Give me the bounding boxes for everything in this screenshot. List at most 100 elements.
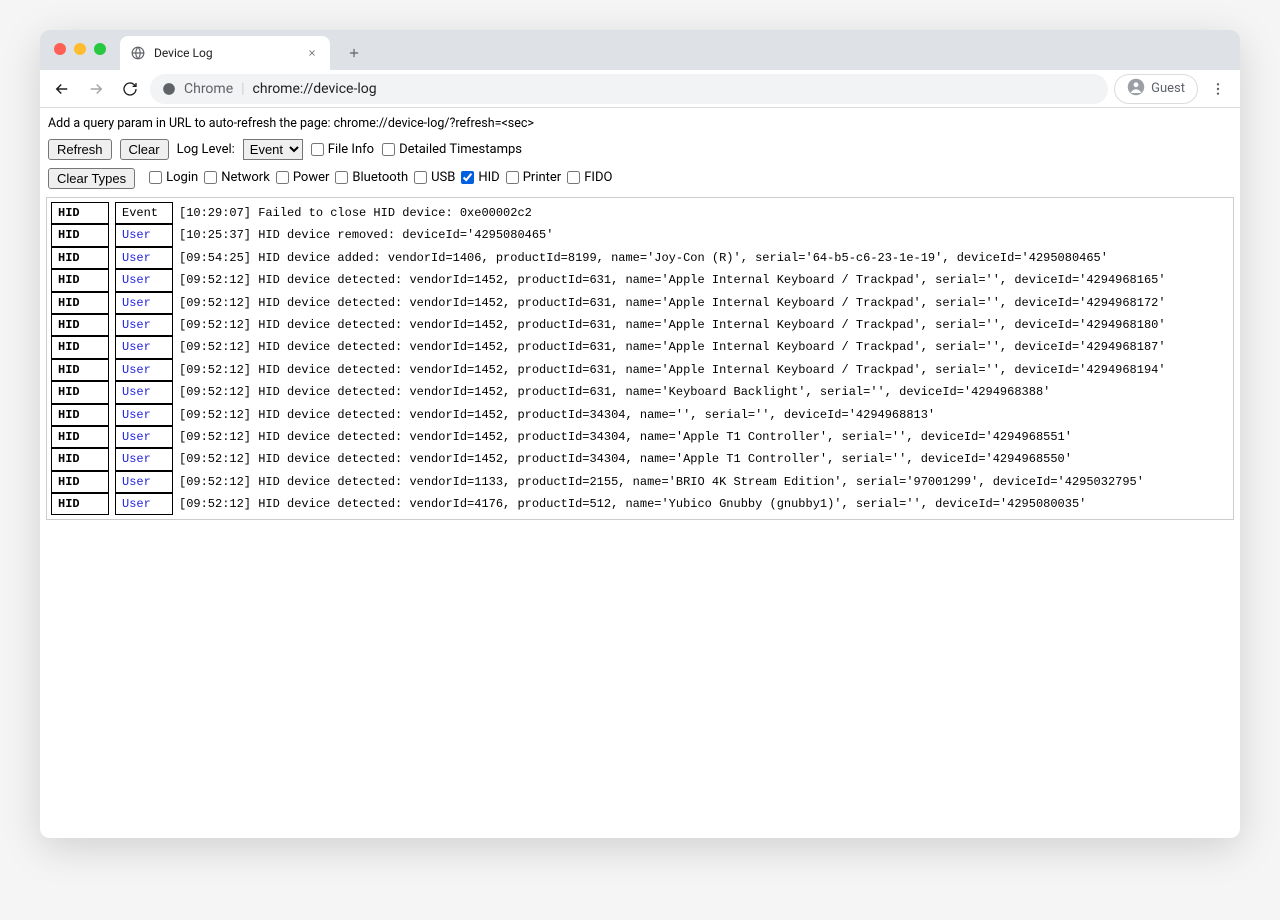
log-row: HID User [09:52:12] HID device detected: v… [51, 292, 1229, 314]
log-row: HID User [09:52:12] HID device detected: v… [51, 381, 1229, 403]
reload-button[interactable] [116, 75, 144, 103]
log-message: [09:52:12] HID device detected: vendorId… [179, 382, 1050, 402]
kebab-menu-button[interactable] [1204, 75, 1232, 103]
log-level-tag: User [115, 314, 173, 336]
log-row: HID User [09:52:12] HID device detected: v… [51, 404, 1229, 426]
url-divider: | [241, 81, 244, 97]
log-level-tag: User [115, 426, 173, 448]
controls-types: Clear Types Login Network Power Bluetooth US… [46, 164, 1234, 193]
type-filter-bluetooth[interactable]: Bluetooth [335, 170, 408, 185]
page-content: Add a query param in URL to auto-refresh… [40, 108, 1240, 838]
log-message: [09:52:12] HID device detected: vendorId… [179, 360, 1166, 380]
log-type-tag: HID [51, 247, 109, 269]
profile-chip[interactable]: Guest [1114, 74, 1198, 104]
log-message: [09:52:12] HID device detected: vendorId… [179, 472, 1144, 492]
browser-tab[interactable]: Device Log [120, 36, 330, 70]
log-level-tag: Event [115, 202, 173, 224]
refresh-button[interactable]: Refresh [48, 139, 112, 160]
window-minimize-button[interactable] [74, 43, 86, 55]
window-maximize-button[interactable] [94, 43, 106, 55]
log-message: [09:52:12] HID device detected: vendorId… [179, 405, 935, 425]
log-level-tag: User [115, 448, 173, 470]
log-level-tag: User [115, 224, 173, 246]
type-filter-usb[interactable]: USB [414, 170, 455, 185]
log-type-tag: HID [51, 224, 109, 246]
log-level-tag: User [115, 336, 173, 358]
log-message: [09:54:25] HID device added: vendorId=14… [179, 248, 1108, 268]
window-controls [54, 43, 106, 55]
new-tab-button[interactable] [340, 39, 368, 67]
log-message: [09:52:12] HID device detected: vendorId… [179, 270, 1166, 290]
log-message: [09:52:12] HID device detected: vendorId… [179, 293, 1166, 313]
log-row: HID User [09:52:12] HID device detected: v… [51, 471, 1229, 493]
tab-strip: Device Log [40, 30, 1240, 70]
controls-primary: Refresh Clear Log Level: Event File Info… [46, 135, 1234, 164]
log-row: HID User [09:52:12] HID device detected: v… [51, 336, 1229, 358]
type-filter-printer[interactable]: Printer [506, 170, 562, 185]
url-path: chrome://device-log [253, 81, 377, 97]
log-message: [09:52:12] HID device detected: vendorId… [179, 449, 1072, 469]
log-type-tag: HID [51, 202, 109, 224]
log-row: HID User [10:25:37] HID device removed: de… [51, 224, 1229, 246]
window-close-button[interactable] [54, 43, 66, 55]
browser-window: Device Log Chrome | chrome://device-log [40, 30, 1240, 838]
log-message: [09:52:12] HID device detected: vendorId… [179, 427, 1072, 447]
log-type-tag: HID [51, 381, 109, 403]
log-message: [10:29:07] Failed to close HID device: 0… [179, 203, 532, 223]
log-level-tag: User [115, 404, 173, 426]
globe-icon [130, 45, 146, 61]
file-info-checkbox[interactable]: File Info [311, 142, 374, 157]
log-type-tag: HID [51, 269, 109, 291]
log-row: HID User [09:54:25] HID device added: vend… [51, 247, 1229, 269]
log-level-select[interactable]: Event [243, 139, 303, 160]
log-message: [09:52:12] HID device detected: vendorId… [179, 494, 1086, 514]
clear-button[interactable]: Clear [120, 139, 169, 160]
url-origin: Chrome [184, 81, 233, 97]
log-row: HID User [09:52:12] HID device detected: v… [51, 269, 1229, 291]
person-icon [1127, 78, 1145, 100]
log-type-tag: HID [51, 314, 109, 336]
log-type-tag: HID [51, 292, 109, 314]
log-message: [10:25:37] HID device removed: deviceId=… [179, 225, 553, 245]
log-row: HID User [09:52:12] HID device detected: v… [51, 426, 1229, 448]
type-filter-fido[interactable]: FIDO [567, 170, 612, 185]
log-panel: HID Event [10:29:07] Failed to close HID d… [46, 197, 1234, 520]
type-filter-login[interactable]: Login [149, 170, 198, 185]
clear-types-button[interactable]: Clear Types [48, 168, 135, 189]
log-message: [09:52:12] HID device detected: vendorId… [179, 315, 1166, 335]
forward-button[interactable] [82, 75, 110, 103]
tab-close-button[interactable] [304, 45, 320, 61]
log-level-label: Log Level: [177, 142, 235, 157]
log-type-tag: HID [51, 426, 109, 448]
address-bar[interactable]: Chrome | chrome://device-log [150, 74, 1108, 104]
log-type-tag: HID [51, 471, 109, 493]
log-type-tag: HID [51, 359, 109, 381]
log-level-tag: User [115, 471, 173, 493]
log-type-tag: HID [51, 336, 109, 358]
log-row: HID User [09:52:12] HID device detected: v… [51, 359, 1229, 381]
log-level-tag: User [115, 269, 173, 291]
log-row: HID User [09:52:12] HID device detected: v… [51, 493, 1229, 515]
log-type-tag: HID [51, 404, 109, 426]
log-level-tag: User [115, 493, 173, 515]
log-message: [09:52:12] HID device detected: vendorId… [179, 337, 1166, 357]
log-type-tag: HID [51, 493, 109, 515]
type-filter-hid[interactable]: HID [461, 170, 499, 185]
site-info-icon[interactable] [162, 82, 176, 96]
profile-label: Guest [1151, 81, 1185, 96]
log-row: HID Event [10:29:07] Failed to close HID d… [51, 202, 1229, 224]
tab-title: Device Log [154, 46, 296, 60]
log-type-tag: HID [51, 448, 109, 470]
log-level-tag: User [115, 359, 173, 381]
type-filter-network[interactable]: Network [204, 170, 270, 185]
detailed-timestamps-checkbox[interactable]: Detailed Timestamps [382, 142, 522, 157]
log-level-tag: User [115, 381, 173, 403]
browser-toolbar: Chrome | chrome://device-log Guest [40, 70, 1240, 108]
type-filter-power[interactable]: Power [276, 170, 330, 185]
log-row: HID User [09:52:12] HID device detected: v… [51, 314, 1229, 336]
log-level-tag: User [115, 292, 173, 314]
refresh-hint: Add a query param in URL to auto-refresh… [46, 112, 1234, 135]
log-level-tag: User [115, 247, 173, 269]
back-button[interactable] [48, 75, 76, 103]
log-row: HID User [09:52:12] HID device detected: v… [51, 448, 1229, 470]
